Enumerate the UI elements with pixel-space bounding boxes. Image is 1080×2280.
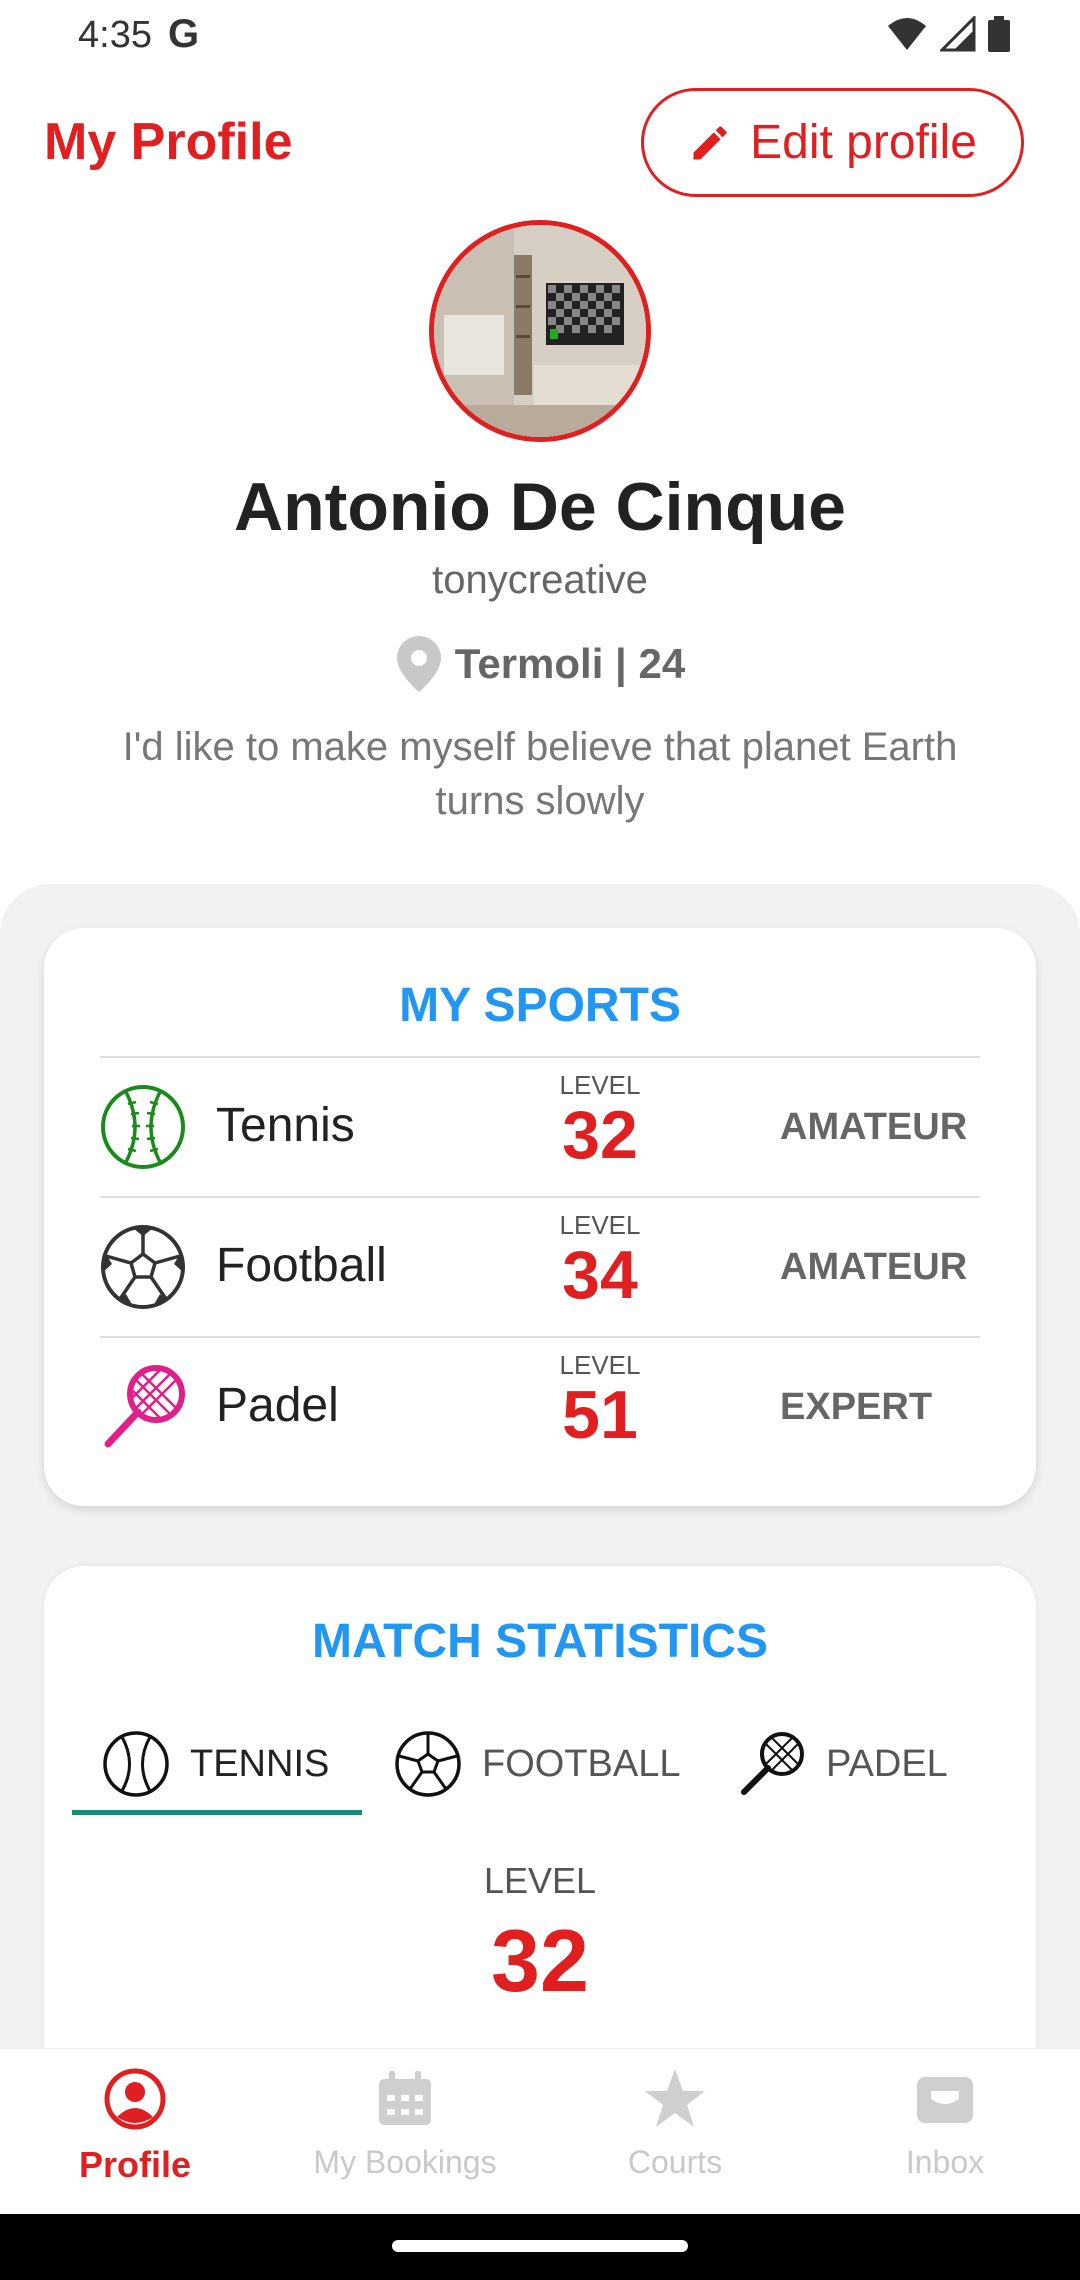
- sport-row-padel[interactable]: Padel LEVEL 51 EXPERT: [100, 1336, 980, 1476]
- home-gesture-handle[interactable]: [392, 2240, 688, 2252]
- status-time: 4:35: [78, 14, 152, 56]
- sport-rank: AMATEUR: [780, 1106, 968, 1148]
- bottom-navigation: Profile My Bookings Courts Inbox: [0, 2048, 1080, 2214]
- profile-icon: [104, 2068, 166, 2130]
- nav-item-my-bookings[interactable]: My Bookings: [270, 2067, 540, 2181]
- sport-rank: EXPERT: [780, 1386, 933, 1428]
- edit-profile-label: Edit profile: [750, 116, 977, 169]
- avatar[interactable]: [429, 220, 651, 442]
- match-statistics-title: MATCH STATISTICS: [312, 1615, 768, 1668]
- sport-name: Tennis: [216, 1099, 355, 1152]
- tennis-ball-icon: [103, 1731, 169, 1797]
- calendar-icon: [379, 2071, 431, 2125]
- football-icon: [101, 1225, 185, 1309]
- tab-padel[interactable]: PADEL: [738, 1714, 948, 1814]
- profile-username: tonycreative: [432, 558, 648, 602]
- pencil-icon: [693, 125, 727, 159]
- nav-item-profile[interactable]: Profile: [0, 2067, 270, 2186]
- tab-label: PADEL: [826, 1742, 948, 1785]
- sport-tabs: TENNIS FOOTBALL PADEL: [72, 1714, 1012, 1815]
- status-bar: 4:35 G: [0, 0, 1080, 70]
- tab-label: FOOTBALL: [482, 1742, 681, 1785]
- sport-rank: AMATEUR: [780, 1246, 968, 1288]
- active-tab-indicator: [72, 1810, 362, 1815]
- tab-tennis[interactable]: TENNIS: [102, 1714, 329, 1814]
- level-value: 51: [562, 1377, 638, 1453]
- nav-label: Profile: [78, 2144, 192, 2185]
- location-text: Termoli | 24: [454, 640, 686, 687]
- stat-level-value: 32: [491, 1911, 589, 2010]
- nav-label: Inbox: [905, 2144, 985, 2180]
- google-icon: G: [168, 12, 200, 56]
- profile-name: Antonio De Cinque: [234, 469, 846, 545]
- star-icon: [645, 2069, 705, 2127]
- sport-name: Padel: [216, 1379, 339, 1432]
- nav-item-courts[interactable]: Courts: [540, 2067, 810, 2181]
- nav-item-inbox[interactable]: Inbox: [810, 2067, 1080, 2181]
- profile-bio: I'd like to make myself believe that pla…: [122, 725, 958, 823]
- page-title: My Profile: [44, 113, 293, 171]
- level-value: 34: [562, 1237, 638, 1313]
- inbox-icon: [917, 2077, 973, 2123]
- sport-row-football[interactable]: Football LEVEL 34 AMATEUR: [100, 1196, 980, 1336]
- edit-profile-button[interactable]: Edit profile: [641, 88, 1024, 197]
- tab-football[interactable]: FOOTBALL: [394, 1714, 681, 1814]
- nav-label: My Bookings: [313, 2144, 497, 2180]
- tab-label: TENNIS: [190, 1742, 330, 1785]
- location-pin-icon: [396, 636, 441, 692]
- sport-row-tennis[interactable]: Tennis LEVEL 32 AMATEUR: [100, 1056, 980, 1196]
- stat-level-label: LEVEL: [483, 1860, 597, 1901]
- nav-label: Courts: [627, 2144, 723, 2180]
- avatar-image: [434, 225, 646, 437]
- my-sports-title: MY SPORTS: [399, 979, 681, 1032]
- my-sports-card: MY SPORTS Tennis LEVEL 32 AMATEUR Footba…: [44, 928, 1036, 1506]
- status-icons: [886, 16, 1010, 52]
- level-value: 32: [562, 1097, 638, 1173]
- battery-icon: [988, 16, 1010, 52]
- profile-location: Termoli | 24: [0, 636, 1080, 692]
- football-icon: [395, 1731, 461, 1797]
- signal-icon: [940, 16, 976, 52]
- wifi-icon: [888, 18, 926, 50]
- tennis-ball-icon: [101, 1085, 185, 1169]
- sport-name: Football: [216, 1239, 387, 1292]
- padel-racket-icon: [104, 1365, 185, 1448]
- padel-racket-icon: [741, 1732, 804, 1795]
